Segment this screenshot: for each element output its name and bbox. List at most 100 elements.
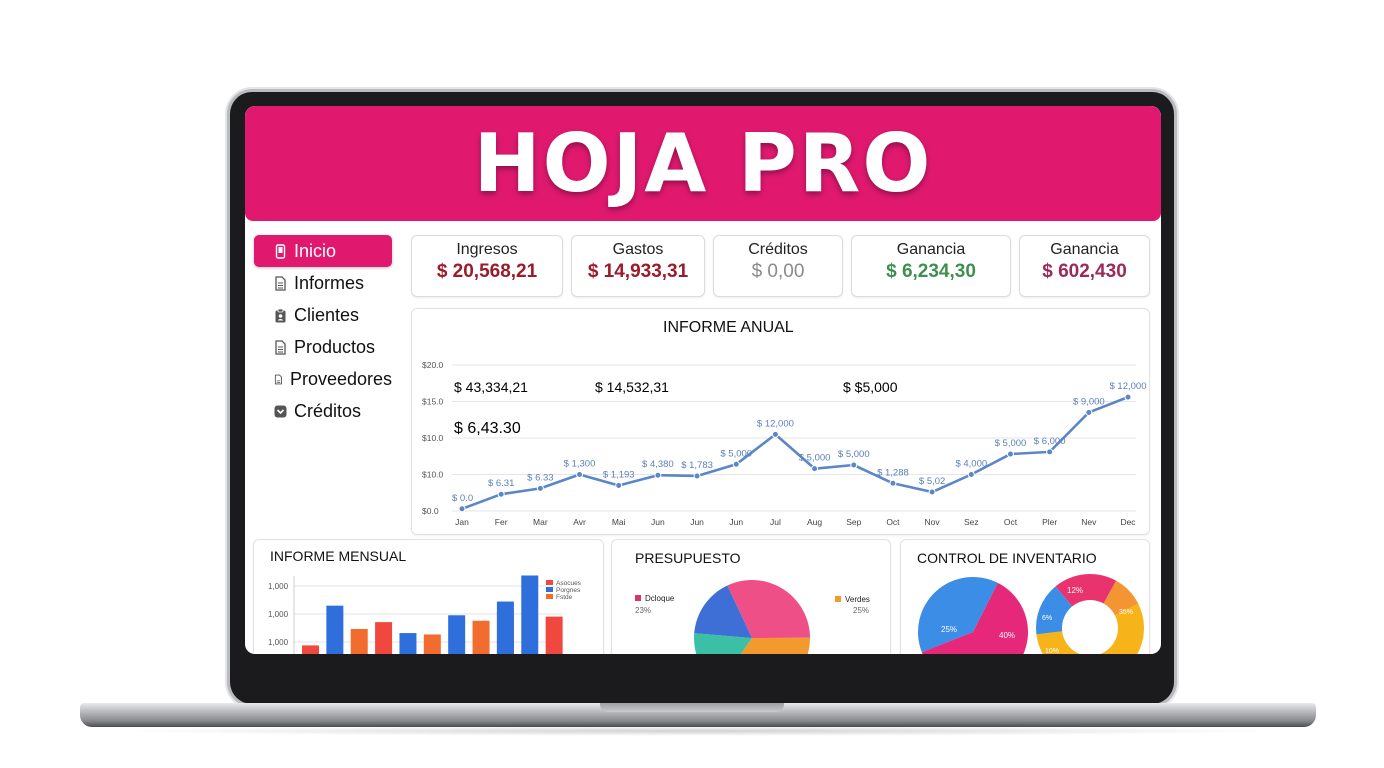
data-label: $ 12,000 bbox=[757, 418, 794, 429]
donut-label: 6% bbox=[1042, 615, 1052, 622]
kpi-value: $ 602,430 bbox=[1042, 261, 1127, 282]
data-label: $ 4,380 bbox=[642, 459, 674, 470]
data-point bbox=[458, 505, 466, 513]
budget-card: PRESUPUESTO Dcloque23%Verdes25%ProveeoGa… bbox=[611, 539, 891, 654]
donut-label: 12% bbox=[1067, 586, 1083, 595]
x-tick-label: Jun bbox=[651, 517, 665, 527]
data-label: $ 9,000 bbox=[1073, 396, 1105, 407]
legend-swatch bbox=[546, 587, 553, 592]
y-tick-label: 1,000 bbox=[268, 638, 289, 647]
kpi-card-ganancia: Ganancia $ 6,234,30 bbox=[851, 235, 1011, 297]
annual-line-chart: $0.0 $10.0 $10.0 $15.0 $20.0 $ 0.0 $ 6.31 $ 6.3… bbox=[422, 360, 1147, 527]
data-label: $ 1,300 bbox=[564, 459, 596, 470]
budget-pie-chart: Dcloque23%Verdes25%ProveeoGanancia bbox=[635, 580, 870, 654]
header-banner: HOJA PRO bbox=[245, 106, 1161, 221]
data-label: $ 6,000 bbox=[1034, 436, 1066, 447]
bar bbox=[302, 645, 319, 654]
sidebar-item-label: Proveedores bbox=[289, 368, 392, 389]
monthly-bar-chart: 1,000 1,000 1,000 AsocuesPorgnesFstde bbox=[268, 575, 582, 654]
y-tick-label: $15.0 bbox=[422, 397, 444, 407]
data-point bbox=[576, 471, 584, 478]
data-point bbox=[1085, 408, 1093, 416]
legend-label: Dcloque bbox=[645, 594, 675, 603]
data-label: $ 5,02 bbox=[919, 476, 945, 487]
pie-label: 40% bbox=[999, 631, 1015, 640]
bar bbox=[448, 615, 466, 654]
x-tick-label: Oct bbox=[1004, 517, 1018, 527]
kpi-value: $ 14,933,31 bbox=[587, 261, 689, 282]
y-tick-label: 1,000 bbox=[268, 582, 289, 591]
laptop-screen: HOJA PRO Inicio Informes Clientes Produc… bbox=[245, 106, 1161, 654]
pie-label: 25% bbox=[941, 625, 957, 634]
kpi-card-gastos: Gastos $ 14,933,31 bbox=[571, 235, 705, 297]
sidebar-item-label: Inicio bbox=[294, 240, 337, 261]
data-point bbox=[615, 481, 623, 489]
kpi-value: $ 20,568,21 bbox=[436, 261, 538, 282]
laptop-shadow bbox=[110, 726, 1286, 736]
monthly-report-card: INFORME MENSUAL 1,000 1,000 1,000 Asocues Po… bbox=[253, 539, 604, 654]
data-point bbox=[1124, 393, 1132, 401]
x-tick-label: Jun bbox=[729, 517, 743, 527]
data-point bbox=[536, 484, 544, 492]
clipboard-icon bbox=[275, 308, 286, 322]
bar bbox=[423, 634, 441, 654]
sidebar-item-label: Productos bbox=[294, 336, 376, 357]
kpi-label: Créditos bbox=[748, 241, 808, 258]
x-tick-label: Mar bbox=[533, 517, 548, 527]
legend-value: 25% bbox=[853, 606, 869, 615]
annual-report-card: INFORME ANUAL $ 43,334,21 $ 14,532,31 $ … bbox=[411, 308, 1150, 535]
legend-value: 23% bbox=[635, 606, 651, 615]
data-label: $ 12,000 bbox=[1110, 381, 1147, 392]
bar bbox=[350, 628, 368, 654]
x-tick-label: Sep bbox=[846, 517, 861, 527]
sidebar-item-clientes[interactable]: Clientes bbox=[254, 299, 392, 331]
bar bbox=[326, 605, 344, 654]
phone-icon bbox=[275, 243, 286, 259]
x-tick-label: Jun bbox=[690, 517, 704, 527]
kpi-label: Ingresos bbox=[456, 241, 518, 258]
data-point bbox=[693, 472, 701, 480]
inventory-pie-charts: 25% 40% 12% 6% 35% 10% bbox=[918, 574, 1144, 654]
data-label: $ 6.33 bbox=[527, 472, 553, 483]
data-label: $ 1,288 bbox=[877, 467, 909, 478]
legend-label: Verdes bbox=[845, 595, 870, 604]
x-tick-label: Pler bbox=[1042, 517, 1057, 527]
data-point bbox=[850, 461, 858, 469]
sidebar-item-informes[interactable]: Informes bbox=[254, 267, 392, 299]
x-tick-label: Jul bbox=[770, 517, 781, 527]
x-tick-label: Mai bbox=[612, 517, 626, 527]
x-tick-label: Aug bbox=[807, 517, 822, 527]
bar bbox=[375, 622, 393, 654]
data-point bbox=[654, 471, 662, 479]
y-tick-label: $10.0 bbox=[422, 433, 444, 443]
data-point bbox=[771, 430, 779, 438]
sidebar-item-proveedores[interactable]: Proveedores bbox=[254, 363, 392, 395]
data-label: $ 5,000 bbox=[838, 449, 870, 460]
data-point bbox=[1046, 448, 1054, 456]
y-tick-label: 1,000 bbox=[268, 610, 289, 619]
kpi-card-ingresos: Ingresos $ 20,568,21 bbox=[411, 235, 563, 297]
inventory-card: CONTROL DE INVENTARIO 25% 40% 12% 6% 35% 10% bbox=[900, 539, 1150, 654]
x-tick-label: Nov bbox=[925, 517, 941, 527]
data-label: $ 4,000 bbox=[955, 459, 987, 470]
bar bbox=[496, 601, 514, 654]
series-line bbox=[461, 395, 1129, 511]
donut-label: 10% bbox=[1045, 648, 1059, 654]
sidebar-item-creditos[interactable]: Créditos bbox=[254, 395, 392, 427]
legend-swatch bbox=[635, 595, 641, 601]
laptop-notch bbox=[600, 703, 784, 712]
document-icon bbox=[275, 275, 286, 291]
donut-label: 35% bbox=[1119, 609, 1133, 616]
x-tick-label: Fer bbox=[495, 517, 508, 527]
bar bbox=[399, 633, 417, 654]
x-tick-label: Oct bbox=[886, 517, 900, 527]
legend-label: Asocues bbox=[556, 580, 582, 587]
sidebar-item-label: Clientes bbox=[294, 304, 360, 325]
data-point bbox=[811, 465, 819, 473]
legend-swatch bbox=[546, 594, 553, 599]
data-label: $ 1,783 bbox=[681, 460, 713, 471]
sidebar-item-inicio[interactable]: Inicio bbox=[254, 235, 392, 267]
sidebar-item-productos[interactable]: Productos bbox=[254, 331, 392, 363]
legend-label: Fstde bbox=[556, 594, 573, 601]
bar bbox=[521, 575, 539, 654]
